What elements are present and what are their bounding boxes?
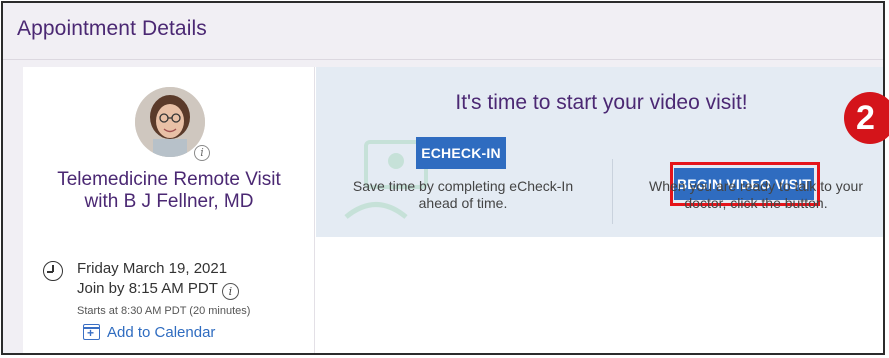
video-visit-banner: It's time to start your video visit! ECH… [316, 67, 883, 237]
start-time: Starts at 8:30 AM PDT (20 minutes) [77, 305, 251, 317]
echeck-in-button[interactable]: ECHECK-IN [416, 137, 506, 169]
appointment-date: Friday March 19, 2021 [77, 260, 228, 277]
join-info-icon[interactable]: i [221, 283, 239, 300]
provider-avatar [135, 87, 205, 157]
appointment-details-frame: Appointment Details i Telemedicine Remot… [1, 1, 885, 355]
divider [612, 159, 613, 224]
header: Appointment Details [3, 3, 883, 60]
appointment-summary-card: i Telemedicine Remote Visit with B J Fel… [23, 67, 315, 353]
join-by-time: Join by 8:15 AM PDT i [77, 280, 239, 300]
calendar-add-icon[interactable] [83, 324, 100, 340]
appointment-panel: i Telemedicine Remote Visit with B J Fel… [23, 67, 883, 353]
video-visit-heading: It's time to start your video visit! [455, 91, 748, 114]
visit-title: Telemedicine Remote Visit with B J Felln… [57, 169, 281, 212]
video-visit-description: When you are ready to talk to your docto… [649, 178, 863, 211]
echeck-in-description: Save time by completing eCheck-In ahead … [352, 178, 574, 211]
join-by-text: Join by 8:15 AM PDT [77, 280, 218, 297]
add-to-calendar-link[interactable]: Add to Calendar [107, 324, 215, 341]
clock-icon [43, 261, 63, 281]
step-number-badge: 2 [844, 92, 889, 144]
provider-info-icon[interactable]: i [194, 145, 210, 161]
page-title: Appointment Details [17, 17, 207, 40]
